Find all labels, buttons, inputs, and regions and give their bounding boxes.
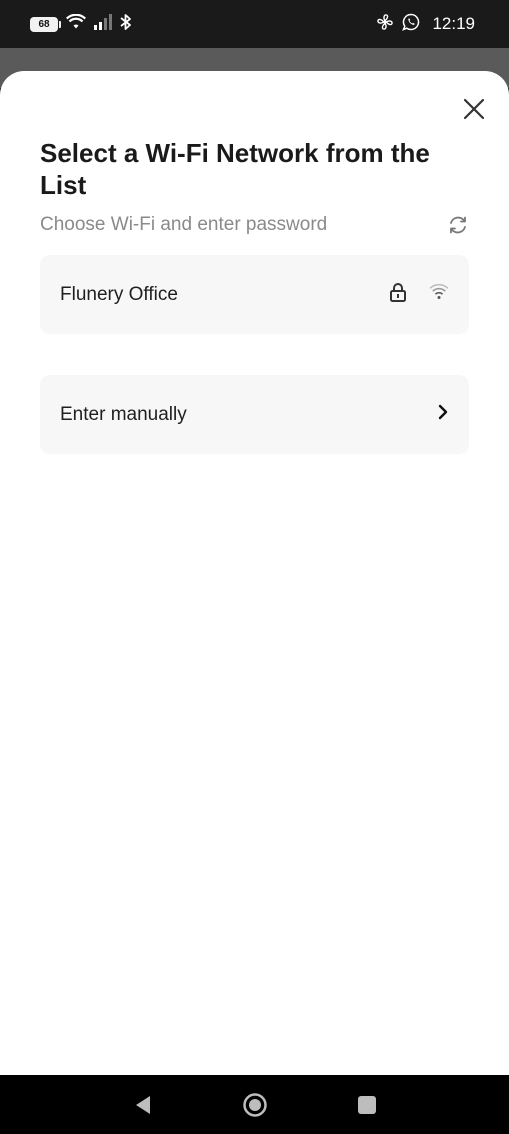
battery-level: 68	[38, 18, 50, 30]
sheet-subtitle: Choose Wi-Fi and enter password	[40, 214, 328, 235]
refresh-button[interactable]	[444, 211, 472, 239]
status-left: 68	[30, 13, 132, 36]
wifi-signal-icon	[429, 284, 449, 305]
sheet-title: Select a Wi-Fi Network from the List	[40, 138, 430, 200]
back-button[interactable]	[128, 1090, 158, 1120]
close-button[interactable]	[458, 93, 490, 125]
screen: 68 12:19 Select a Wi-Fi Network from the…	[0, 0, 509, 1134]
status-right: 12:19	[376, 13, 475, 36]
whatsapp-icon	[402, 13, 420, 36]
home-icon	[242, 1092, 267, 1117]
fan-icon	[376, 13, 394, 36]
status-bar: 68 12:19	[0, 0, 509, 48]
bluetooth-icon	[120, 13, 132, 36]
recents-button[interactable]	[352, 1090, 382, 1120]
battery-icon: 68	[30, 16, 61, 32]
lock-icon	[389, 282, 407, 307]
network-item[interactable]: Flunery Office	[40, 255, 469, 334]
close-icon	[463, 98, 485, 120]
back-icon	[135, 1095, 150, 1114]
signal-icon	[94, 13, 112, 35]
chevron-right-icon	[437, 404, 449, 425]
enter-manually-label: Enter manually	[60, 403, 187, 425]
home-button[interactable]	[240, 1090, 270, 1120]
refresh-icon	[450, 216, 466, 234]
enter-manually-button[interactable]: Enter manually	[40, 375, 469, 454]
wifi-icon	[66, 13, 86, 35]
navigation-bar	[0, 1075, 509, 1134]
status-time: 12:19	[432, 14, 475, 33]
network-status-icons	[389, 282, 449, 307]
network-name: Flunery Office	[60, 283, 178, 305]
recents-icon	[357, 1095, 376, 1114]
